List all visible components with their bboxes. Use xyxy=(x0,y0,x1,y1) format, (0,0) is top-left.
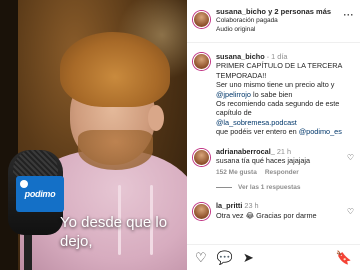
comment-text: Otra vez 😂 Gracias por darme xyxy=(216,210,317,220)
comment-username[interactable]: adrianaberrocal_ xyxy=(216,147,275,156)
comment-text: susana tía qué haces jajajaja xyxy=(216,156,311,166)
more-options-icon[interactable]: ··· xyxy=(344,10,355,20)
video-subtitle: Yo desde que lo dejo, xyxy=(60,214,168,250)
mention-link[interactable]: @la_sobremesa.podcast xyxy=(216,118,297,127)
video-player[interactable]: podimo Yo desde que lo dejo, xyxy=(0,0,187,270)
post-caption: susana_bicho · 1 día PRIMER CAPÍTULO DE … xyxy=(193,43,354,137)
share-icon[interactable]: ➤ xyxy=(243,251,254,264)
caption-body: susana_bicho · 1 día PRIMER CAPÍTULO DE … xyxy=(216,52,354,137)
paid-partnership-label[interactable]: Colaboración pagada xyxy=(216,16,354,25)
divider xyxy=(216,187,232,189)
person-hair xyxy=(60,32,170,107)
avatar[interactable] xyxy=(193,53,210,70)
caption-line: Os recomiendo cada segundo de este capít… xyxy=(216,99,340,118)
comments-scroll-area[interactable]: susana_bicho · 1 día PRIMER CAPÍTULO DE … xyxy=(187,43,360,244)
podimo-logo-icon xyxy=(20,180,28,188)
instagram-post-view: podimo Yo desde que lo dejo, susana_bich… xyxy=(0,0,360,270)
mention-link[interactable]: @jpelirrojo xyxy=(216,90,251,99)
caption-line: PRIMER CAPÍTULO DE LA TERCERA TEMPORADA!… xyxy=(216,61,342,80)
person-ear xyxy=(148,105,164,131)
comment-time: 21 h xyxy=(276,146,292,156)
action-bar: ♡ 💬 ➤ 🔖 xyxy=(187,244,360,270)
header-text: susana_bicho y 2 personas más Colaboraci… xyxy=(216,7,354,34)
comment-icon[interactable]: 💬 xyxy=(217,251,233,264)
post-side-panel: susana_bicho y 2 personas más Colaboraci… xyxy=(187,0,360,270)
heart-icon[interactable]: ♡ xyxy=(347,153,354,162)
heart-icon[interactable]: ♡ xyxy=(347,207,354,216)
original-audio-label[interactable]: Audio original xyxy=(216,25,354,34)
bookmark-icon[interactable]: 🔖 xyxy=(336,251,352,264)
caption-username[interactable]: susana_bicho xyxy=(216,52,265,61)
header-usernames[interactable]: susana_bicho y 2 personas más xyxy=(216,7,354,16)
like-heart-icon[interactable]: ♡ xyxy=(195,251,207,264)
comment-body: adrianaberrocal_ 21 h susana tía qué hac… xyxy=(216,147,354,177)
microphone-mesh xyxy=(13,150,58,178)
comment-meta: 152 Me gusta Responder xyxy=(216,169,354,176)
caption-text: que podéis ver entero en xyxy=(216,127,297,137)
avatar[interactable] xyxy=(193,148,210,166)
avatar[interactable] xyxy=(193,203,210,221)
caption-text: lo sabe bien xyxy=(251,89,293,99)
comment: adrianaberrocal_ 21 h susana tía qué hac… xyxy=(193,147,354,177)
reply-button[interactable]: Responder xyxy=(265,169,299,176)
post-header: susana_bicho y 2 personas más Colaboraci… xyxy=(187,0,360,43)
comment-body: la_pritti 23 h Otra vez 😂 Gracias por da… xyxy=(216,201,354,220)
person-beard xyxy=(78,130,153,170)
comment-likes[interactable]: 152 Me gusta xyxy=(216,169,257,176)
comment-time: 23 h xyxy=(244,201,259,211)
mic-flag-logo: podimo xyxy=(16,176,64,212)
mention-link[interactable]: @podimo_es xyxy=(299,127,342,136)
view-replies[interactable]: Ver las 1 respuestas xyxy=(216,184,354,191)
mic-flag-text: podimo xyxy=(24,189,56,199)
caption-line: Ser uno mismo tiene un precio alto y xyxy=(216,80,335,90)
caption-time: 1 día xyxy=(271,52,288,61)
view-replies-label[interactable]: Ver las 1 respuestas xyxy=(238,184,301,191)
comment-username[interactable]: la_pritti xyxy=(216,201,242,210)
avatar[interactable] xyxy=(193,11,210,28)
comment: la_pritti 23 h Otra vez 😂 Gracias por da… xyxy=(193,201,354,221)
